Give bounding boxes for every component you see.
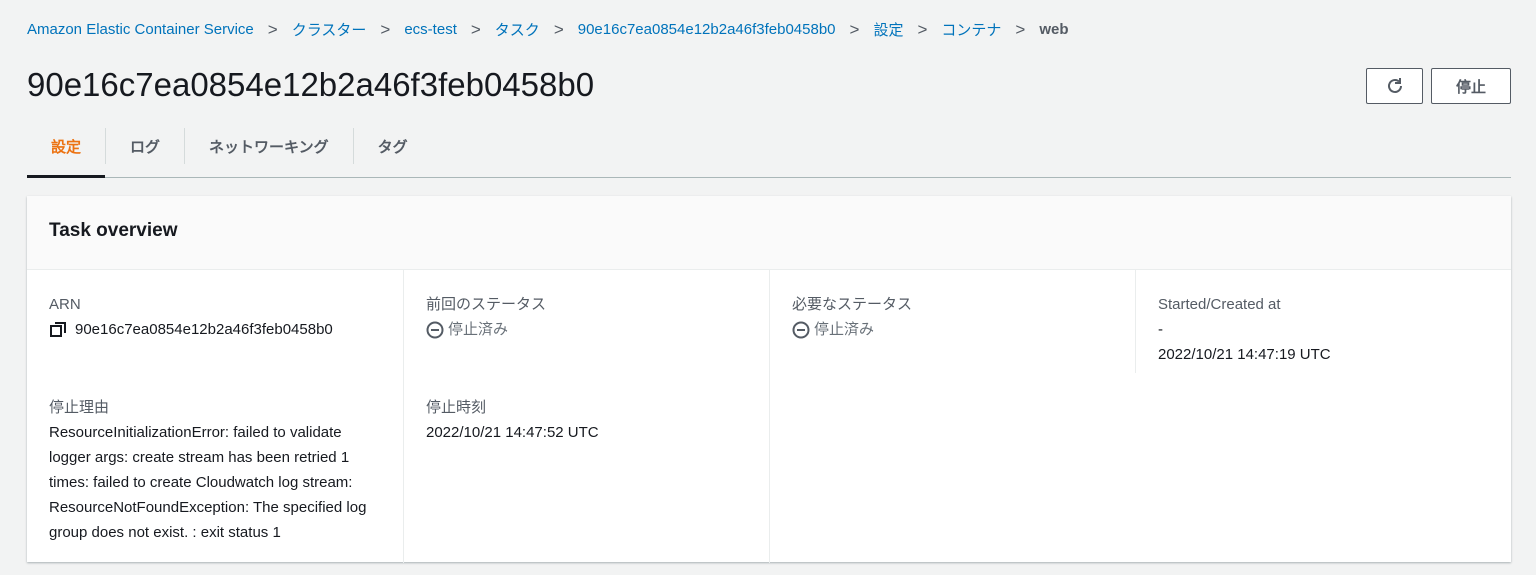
- arn-label: ARN: [49, 296, 81, 313]
- chevron-right-icon: >: [267, 19, 278, 39]
- stopped-at-label: 停止時刻: [426, 399, 487, 416]
- breadcrumb-ecs[interactable]: Amazon Elastic Container Service: [27, 21, 254, 38]
- chevron-right-icon: >: [1015, 19, 1026, 39]
- stopped-icon: [792, 321, 810, 338]
- copy-icon[interactable]: [49, 321, 67, 339]
- breadcrumb-task[interactable]: 90e16c7ea0854e12b2a46f3feb0458b0: [578, 21, 836, 38]
- breadcrumb-settings[interactable]: 設定: [873, 19, 903, 40]
- desired-status-value: 停止済み: [814, 321, 875, 338]
- empty-cell: [769, 373, 1135, 563]
- card-title: Task overview: [27, 196, 1511, 270]
- last-status-field: 前回のステータス 停止済み: [403, 270, 769, 373]
- empty-cell: [1135, 373, 1511, 563]
- chevron-right-icon: >: [553, 19, 564, 39]
- stopped-at-field: 停止時刻 2022/10/21 14:47:52 UTC: [403, 373, 769, 563]
- last-status-label: 前回のステータス: [426, 296, 547, 313]
- task-overview-card: Task overview ARN 90e16c7ea0854e12b2a46f…: [27, 196, 1511, 563]
- arn-value: 90e16c7ea0854e12b2a46f3feb0458b0: [75, 321, 333, 338]
- breadcrumb-tasks[interactable]: タスク: [495, 19, 540, 40]
- active-tab-indicator: [27, 175, 105, 178]
- chevron-right-icon: >: [917, 19, 928, 39]
- tabs: 設定 ログ ネットワーキング タグ: [27, 126, 1511, 178]
- stop-reason-value: ResourceInitializationError: failed to v…: [49, 424, 367, 541]
- breadcrumb-current: web: [1039, 21, 1069, 38]
- started-at-field: Started/Created at - 2022/10/21 14:47:19…: [1135, 270, 1511, 373]
- tab-networking[interactable]: ネットワーキング: [184, 128, 353, 164]
- breadcrumb-clusters[interactable]: クラスター: [292, 19, 367, 40]
- started-value: -: [1158, 321, 1163, 338]
- arn-field: ARN 90e16c7ea0854e12b2a46f3feb0458b0: [27, 270, 403, 373]
- stopped-at-value: 2022/10/21 14:47:52 UTC: [426, 424, 599, 441]
- chevron-right-icon: >: [380, 19, 391, 39]
- created-value: 2022/10/21 14:47:19 UTC: [1158, 346, 1331, 363]
- page-title: 90e16c7ea0854e12b2a46f3feb0458b0: [27, 66, 595, 103]
- stop-button[interactable]: 停止: [1431, 68, 1511, 104]
- tab-settings[interactable]: 設定: [27, 128, 105, 164]
- chevron-right-icon: >: [470, 19, 481, 39]
- chevron-right-icon: >: [849, 19, 860, 39]
- breadcrumb-containers[interactable]: コンテナ: [941, 19, 1001, 40]
- started-label: Started/Created at: [1158, 296, 1281, 313]
- stopped-icon: [426, 321, 444, 338]
- tab-tags[interactable]: タグ: [352, 128, 432, 164]
- desired-status-label: 必要なステータス: [792, 296, 913, 313]
- breadcrumb-cluster[interactable]: ecs-test: [404, 21, 457, 38]
- desired-status-field: 必要なステータス 停止済み: [769, 270, 1135, 373]
- breadcrumb: Amazon Elastic Container Service > クラスター >…: [27, 19, 1069, 40]
- refresh-button[interactable]: [1366, 68, 1423, 104]
- stop-reason-field: 停止理由 ResourceInitializationError: failed…: [27, 373, 403, 563]
- tab-logs[interactable]: ログ: [105, 128, 184, 164]
- last-status-value: 停止済み: [448, 321, 509, 338]
- stop-reason-label: 停止理由: [49, 399, 110, 416]
- refresh-icon: [1387, 78, 1402, 93]
